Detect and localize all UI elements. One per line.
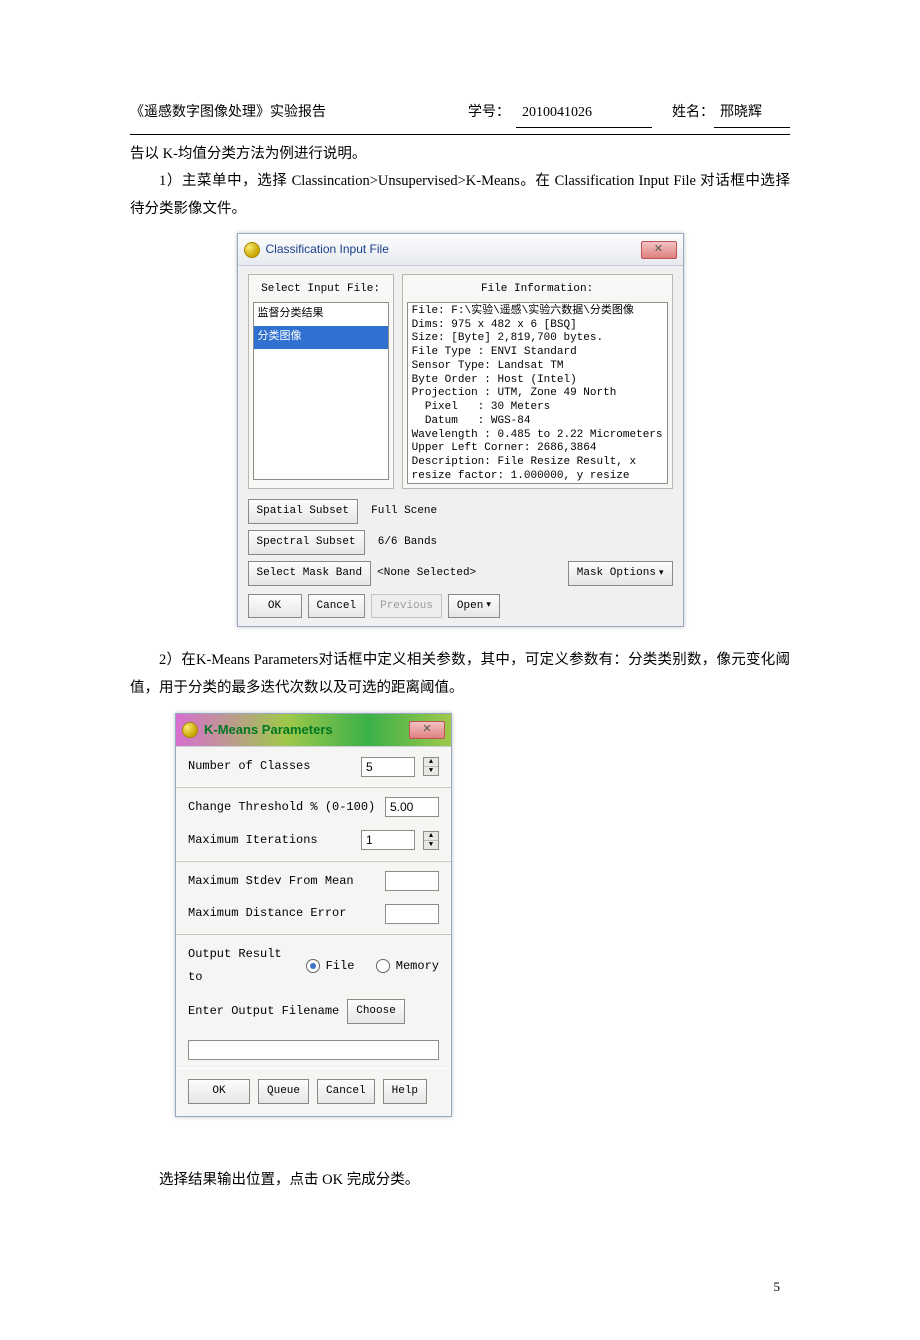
file-information-panel: File Information: File: F:\实验\遥感\实验六数据\分… (402, 274, 673, 489)
max-distance-error-label: Maximum Distance Error (188, 902, 377, 925)
ok-button[interactable]: OK (188, 1079, 250, 1104)
enter-output-filename-label: Enter Output Filename (188, 1000, 339, 1023)
output-memory-radio[interactable] (376, 959, 390, 973)
dialog1-titlebar[interactable]: Classification Input File ✕ (238, 234, 683, 266)
cancel-button[interactable]: Cancel (308, 594, 366, 619)
spatial-subset-button[interactable]: Spatial Subset (248, 499, 358, 524)
queue-button[interactable]: Queue (258, 1079, 309, 1104)
maximum-iterations-label: Maximum Iterations (188, 829, 353, 852)
paragraph-intro: 告以 K-均值分类方法为例进行说明。 (130, 141, 790, 169)
output-file-radio[interactable] (306, 959, 320, 973)
number-of-classes-label: Number of Classes (188, 755, 353, 778)
kmeans-parameters-dialog: K-Means Parameters ✕ Number of Classes ▲… (175, 713, 452, 1117)
cancel-button[interactable]: Cancel (317, 1079, 375, 1104)
page-number: 5 (774, 1275, 781, 1300)
header-sid-label: 学号： (468, 100, 510, 128)
number-of-classes-input[interactable] (361, 757, 415, 777)
file-information-text: File: F:\实验\遥感\实验六数据\分类图像 Dims: 975 x 48… (407, 302, 668, 484)
header-course-title: 《遥感数字图像处理》实验报告 (130, 100, 468, 128)
select-mask-band-button[interactable]: Select Mask Band (248, 561, 372, 586)
select-input-file-title: Select Input File: (253, 277, 389, 302)
change-threshold-label: Change Threshold % (0-100) (188, 796, 377, 819)
maximum-iterations-input[interactable] (361, 830, 415, 850)
paragraph-step2-cont: 选择结果输出位置，点击 OK 完成分类。 (130, 1167, 790, 1195)
dialog2-title: K-Means Parameters (204, 718, 403, 743)
previous-button: Previous (371, 594, 442, 619)
list-item[interactable]: 监督分类结果 (254, 303, 388, 326)
max-distance-error-input[interactable] (385, 904, 439, 924)
open-button[interactable]: Open (448, 594, 500, 619)
close-icon[interactable]: ✕ (641, 241, 677, 259)
spectral-subset-value: 6/6 Bands (378, 532, 437, 553)
classification-input-file-dialog: Classification Input File ✕ Select Input… (237, 233, 684, 627)
report-header: 《遥感数字图像处理》实验报告 学号： 2010041026 姓名： 邢晓辉 (130, 100, 790, 128)
page: 《遥感数字图像处理》实验报告 学号： 2010041026 姓名： 邢晓辉 告以… (0, 0, 920, 1340)
output-memory-label: Memory (396, 955, 439, 978)
header-separator (130, 134, 790, 135)
close-icon[interactable]: ✕ (409, 721, 445, 739)
list-item-selected[interactable]: 分类图像 (254, 326, 388, 349)
output-file-label: File (326, 955, 355, 978)
mask-options-button[interactable]: Mask Options (568, 561, 673, 586)
help-button[interactable]: Help (383, 1079, 427, 1104)
header-name-label: 姓名： (672, 100, 714, 128)
dialog1-title: Classification Input File (266, 238, 635, 261)
dialog2-titlebar[interactable]: K-Means Parameters ✕ (176, 714, 451, 748)
ok-button[interactable]: OK (248, 594, 302, 619)
choose-button[interactable]: Choose (347, 999, 405, 1024)
select-mask-band-value: <None Selected> (377, 563, 476, 584)
change-threshold-input[interactable] (385, 797, 439, 817)
output-result-to-label: Output Result to (188, 943, 300, 989)
envi-app-icon (182, 722, 198, 738)
header-name-value: 邢晓辉 (714, 100, 790, 128)
max-stdev-input[interactable] (385, 871, 439, 891)
output-filename-input[interactable] (188, 1040, 439, 1060)
paragraph-step1: 1）主菜单中，选择 Classincation>Unsupervised>K-M… (130, 168, 790, 223)
header-sid-value: 2010041026 (516, 100, 652, 128)
select-input-file-panel: Select Input File: 监督分类结果 分类图像 (248, 274, 394, 489)
dialog1-body: Select Input File: 监督分类结果 分类图像 File Info… (238, 266, 683, 626)
spatial-subset-value: Full Scene (371, 501, 437, 522)
spectral-subset-button[interactable]: Spectral Subset (248, 530, 365, 555)
input-file-listbox[interactable]: 监督分类结果 分类图像 (253, 302, 389, 480)
file-information-title: File Information: (407, 277, 668, 302)
envi-app-icon (244, 242, 260, 258)
dialog2-body: Number of Classes ▲▼ Change Threshold % … (176, 747, 451, 1115)
maximum-iterations-stepper[interactable]: ▲▼ (423, 831, 439, 850)
max-stdev-label: Maximum Stdev From Mean (188, 870, 377, 893)
number-of-classes-stepper[interactable]: ▲▼ (423, 757, 439, 776)
paragraph-step2: 2）在K-Means Parameters对话框中定义相关参数，其中，可定义参数… (130, 647, 790, 702)
